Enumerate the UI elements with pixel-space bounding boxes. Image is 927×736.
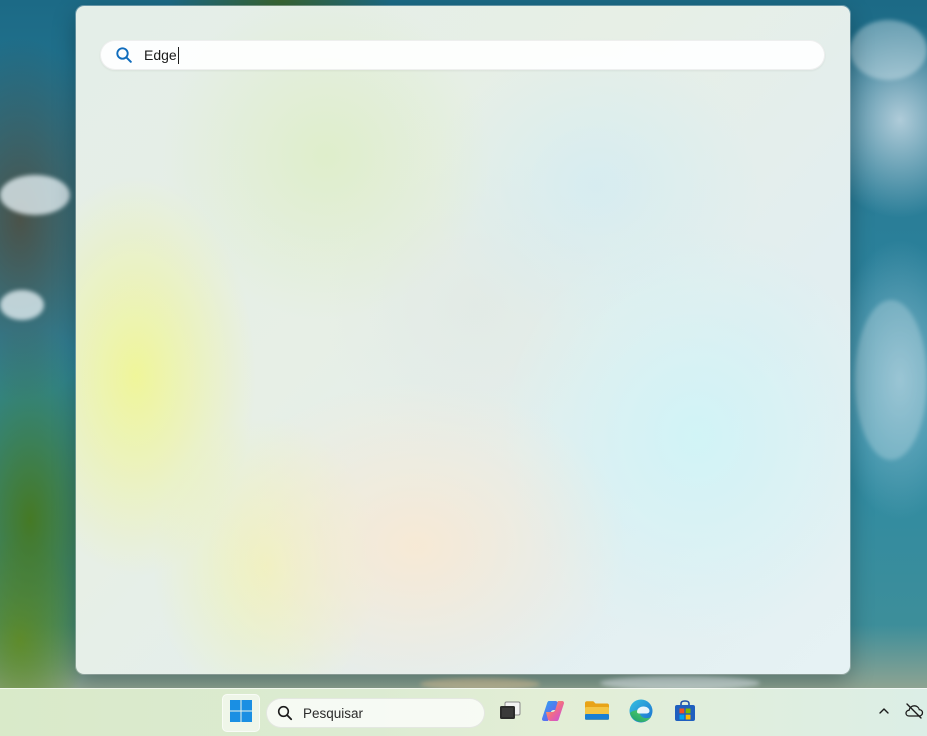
search-input[interactable]: Edge [144, 45, 824, 65]
chevron-up-icon [877, 704, 891, 723]
network-status-button[interactable] [903, 702, 925, 724]
text-caret [177, 46, 179, 64]
folder-icon [584, 700, 610, 727]
taskbar-search-box[interactable]: Pesquisar [266, 698, 485, 728]
task-view-icon [497, 700, 523, 727]
windows-logo-icon [229, 699, 253, 728]
search-icon [277, 705, 293, 721]
file-explorer-button[interactable] [578, 694, 616, 732]
copilot-icon [540, 698, 566, 729]
copilot-button[interactable] [534, 694, 572, 732]
taskbar: Pesquisar [0, 688, 927, 736]
start-search-box[interactable]: Edge [100, 40, 825, 70]
edge-icon [628, 698, 654, 729]
task-view-button[interactable] [491, 694, 529, 732]
start-search-flyout: Edge [76, 6, 850, 674]
start-button[interactable] [222, 694, 260, 732]
search-query-text: Edge [144, 47, 177, 63]
store-icon [673, 699, 697, 728]
show-hidden-icons-button[interactable] [873, 702, 895, 724]
microsoft-store-button[interactable] [666, 694, 704, 732]
cloud-offline-icon [904, 702, 924, 725]
microsoft-edge-button[interactable] [622, 694, 660, 732]
taskbar-search-placeholder: Pesquisar [303, 705, 364, 721]
search-icon [115, 46, 133, 64]
